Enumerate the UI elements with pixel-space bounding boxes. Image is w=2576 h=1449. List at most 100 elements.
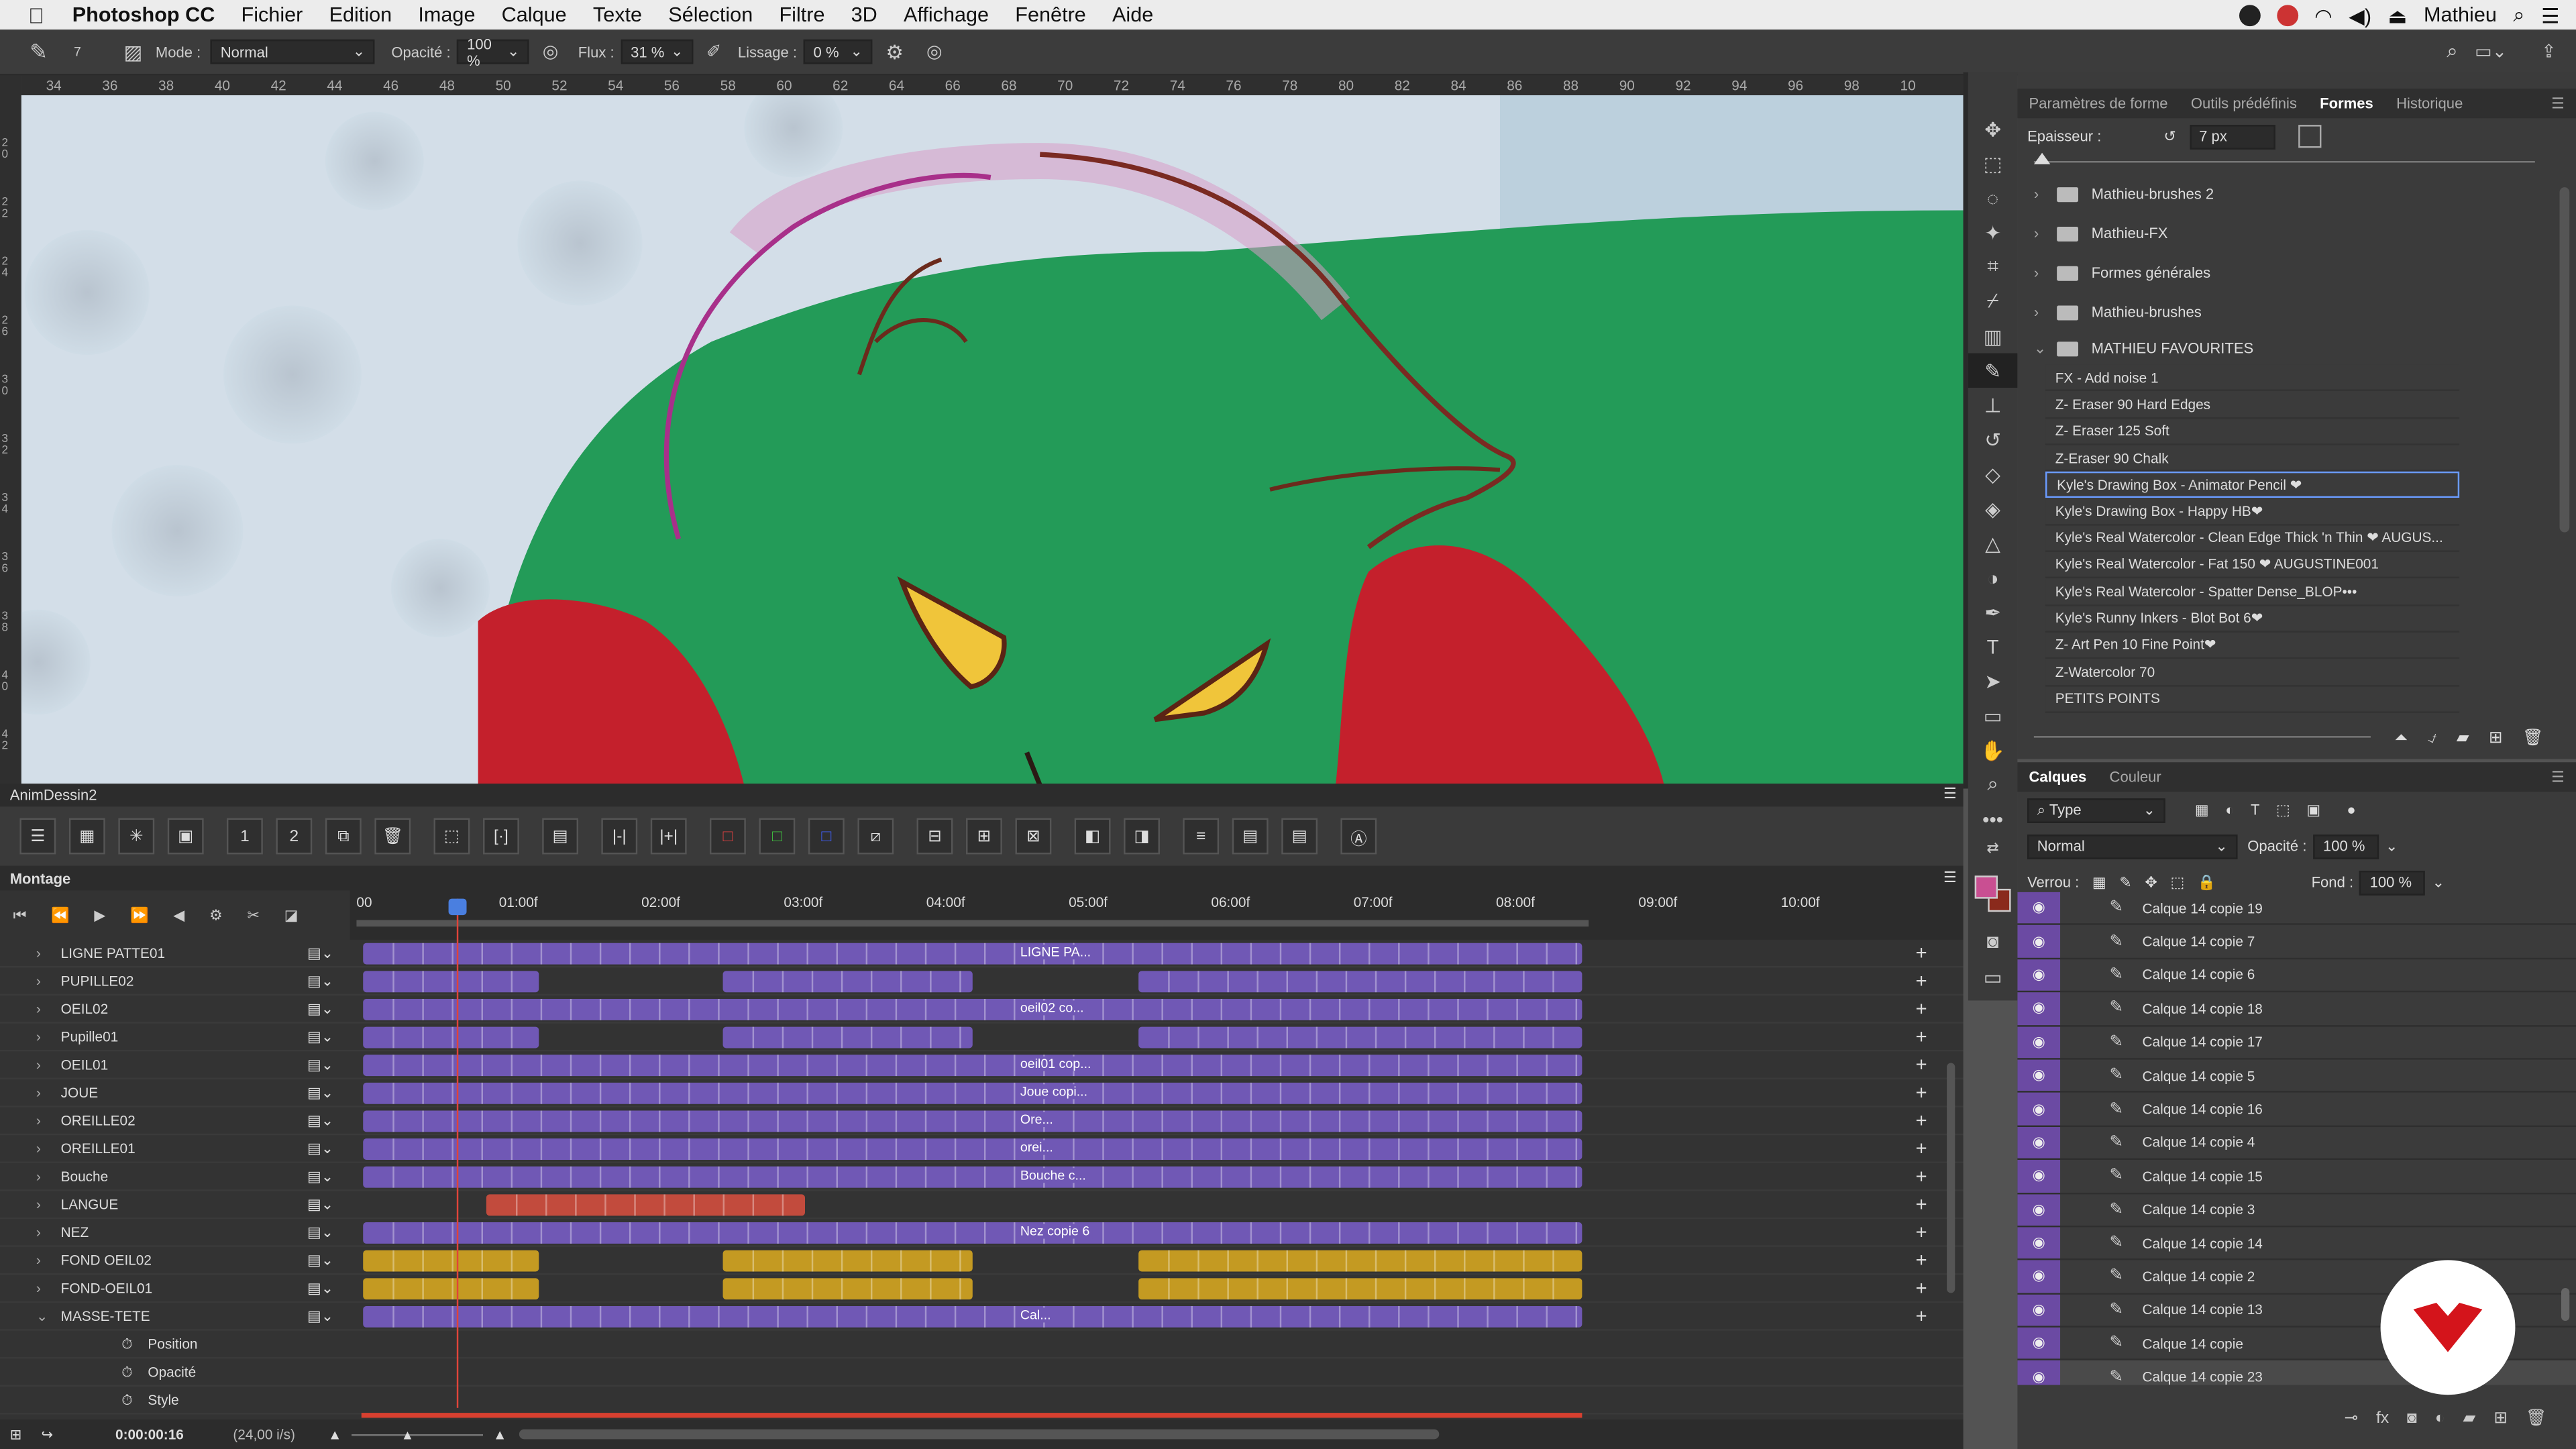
timeline-hscrollbar[interactable]: [520, 1429, 1440, 1440]
filter-pixel-icon[interactable]: ▦: [2195, 801, 2209, 819]
layer-opacity-field[interactable]: 100 %: [2313, 833, 2379, 859]
eraser-tool-icon[interactable]: ◇: [1968, 457, 2017, 491]
filter-shape-icon[interactable]: ⬚: [2276, 801, 2290, 819]
add-to-track-icon[interactable]: +: [1916, 1305, 1927, 1328]
lock-pixels-icon[interactable]: ▦: [2092, 873, 2106, 892]
opacity-field[interactable]: 100 % ⌄: [457, 36, 530, 68]
html-export-icon[interactable]: ▤: [1232, 818, 1269, 855]
new-layer-icon[interactable]: ⊞: [2493, 1409, 2508, 1428]
track-film-icon[interactable]: ▤⌄: [307, 1112, 333, 1130]
add-to-track-icon[interactable]: +: [1916, 1109, 1927, 1132]
layer-row[interactable]: ◉ ✎ Calque 14 copie 15: [2017, 1160, 2576, 1194]
apple-menu-icon[interactable]: : [0, 3, 72, 28]
chevron-right-icon[interactable]: ›: [36, 1252, 59, 1268]
status-icon[interactable]: [2276, 4, 2298, 25]
track-clip[interactable]: [363, 998, 1582, 1020]
no-color-icon[interactable]: ⧄: [857, 818, 894, 855]
red-channel-icon[interactable]: □: [709, 818, 746, 855]
thickness-slider[interactable]: [2033, 152, 2535, 168]
bracket-icon[interactable]: [·]: [483, 818, 519, 855]
healing-tool-icon[interactable]: ▥: [1968, 319, 2017, 353]
brush-item[interactable]: Kyle's Drawing Box - Happy HB❤: [2045, 498, 2460, 526]
chevron-right-icon[interactable]: ›: [36, 1057, 59, 1073]
shape-tool-icon[interactable]: ▭: [1968, 698, 2017, 733]
layer-row[interactable]: ◉ ✎ Calque 14 copie 4: [2017, 1126, 2576, 1161]
layer-visibility-eye-icon[interactable]: ◉: [2017, 1360, 2061, 1385]
delete-preset-icon[interactable]: 🗑: [2522, 729, 2543, 747]
layer-visibility-eye-icon[interactable]: ◉: [2017, 1327, 2061, 1360]
track-clip[interactable]: [363, 971, 539, 993]
brush-item[interactable]: Kyle's Runny Inkers - Blot Bot 6❤: [2045, 605, 2460, 633]
more-tools-icon[interactable]: •••: [1968, 802, 2017, 836]
add-to-track-icon[interactable]: +: [1916, 1248, 1927, 1271]
magic-wand-tool-icon[interactable]: ✦: [1968, 215, 2017, 250]
green-channel-icon[interactable]: □: [759, 818, 796, 855]
stopwatch-icon[interactable]: ⏱: [121, 1362, 148, 1381]
smoothing-settings-icon[interactable]: ⚙: [885, 40, 903, 63]
layer-row[interactable]: ◉ ✎ Calque 14 copie 19: [2017, 892, 2576, 926]
stamp-tool-icon[interactable]: ⊥: [1968, 388, 2017, 422]
next-key-icon[interactable]: ◨: [1124, 818, 1160, 855]
opacity-pressure-icon[interactable]: ◎: [543, 41, 559, 62]
layer-row[interactable]: ◉ ✎ Calque 14 copie 17: [2017, 1026, 2576, 1060]
hand-tool-icon[interactable]: ✋: [1968, 733, 2017, 767]
track-clip[interactable]: [1138, 971, 1582, 993]
timeline-track[interactable]: ⌄ MASSE-TETE ▤⌄ Cal... +: [0, 1303, 1964, 1331]
tab-parametres-forme[interactable]: Paramètres de forme: [2017, 95, 2179, 111]
track-clip[interactable]: [722, 1278, 973, 1300]
layer-row[interactable]: ◉ ✎ Calque 14 copie 18: [2017, 992, 2576, 1026]
layer-visibility-eye-icon[interactable]: ◉: [2017, 1193, 2061, 1226]
layer-row[interactable]: ◉ ✎ Calque 14 copie 6: [2017, 959, 2576, 993]
playhead[interactable]: [448, 898, 467, 1408]
share-icon[interactable]: ⇪: [2541, 41, 2557, 62]
time-ruler[interactable]: 00 01:00f 02:00f 03:00f 04:00f 05:00f 06:00f 07…: [350, 890, 1964, 940]
select-frame-icon[interactable]: ⬚: [433, 818, 470, 855]
layer-row[interactable]: ◉ ✎ Calque 14 copie 5: [2017, 1059, 2576, 1093]
chevron-right-icon[interactable]: ›: [36, 1280, 59, 1296]
tab-couleur[interactable]: Couleur: [2098, 769, 2173, 785]
track-clip[interactable]: [486, 1194, 806, 1216]
menu-filtre[interactable]: Filtre: [779, 3, 824, 26]
reset-thickness-icon[interactable]: ↺: [2163, 127, 2176, 146]
render-video-icon[interactable]: ⊞: [10, 1426, 21, 1444]
tab-historique[interactable]: Historique: [2385, 95, 2475, 111]
type-tool-icon[interactable]: T: [1968, 629, 2017, 663]
layer-filter-select[interactable]: ⌕ Type ⌄: [2027, 797, 2165, 822]
track-clip[interactable]: [1138, 1026, 1582, 1049]
chevron-right-icon[interactable]: ›: [36, 945, 59, 961]
menu-edition[interactable]: Edition: [329, 3, 392, 26]
layer-visibility-eye-icon[interactable]: ◉: [2017, 892, 2061, 924]
menu-image[interactable]: Image: [418, 3, 475, 26]
timeline-track[interactable]: › LANGUE ▤⌄ +: [0, 1191, 1964, 1220]
track-clip[interactable]: [722, 1250, 973, 1272]
zoom-out-icon[interactable]: ▲: [328, 1426, 342, 1442]
track-clip[interactable]: [363, 1082, 1582, 1104]
brush-item[interactable]: FX - Add noise 1: [2045, 364, 2460, 392]
track-film-icon[interactable]: ▤⌄: [307, 944, 333, 962]
timeline-settings-icon[interactable]: ⚙: [209, 906, 223, 924]
tab-calques[interactable]: Calques: [2017, 769, 2098, 785]
timeline-track[interactable]: › JOUE ▤⌄ Joue copi... +: [0, 1079, 1964, 1108]
new-brush-icon[interactable]: [2298, 125, 2321, 148]
zoom-tool-icon[interactable]: ⌕: [1968, 767, 2017, 802]
add-to-track-icon[interactable]: +: [1916, 1277, 1927, 1299]
brush-size-preview-slider[interactable]: [2033, 736, 2371, 738]
track-film-icon[interactable]: ▤⌄: [307, 1167, 333, 1185]
stopwatch-icon[interactable]: ⏱: [121, 1335, 148, 1353]
layer-visibility-eye-icon[interactable]: ◉: [2017, 1160, 2061, 1192]
track-film-icon[interactable]: ▤⌄: [307, 1083, 333, 1102]
add-to-track-icon[interactable]: +: [1916, 1053, 1927, 1076]
lock-position-icon[interactable]: ✥: [2145, 873, 2157, 892]
chevron-down-icon[interactable]: ⌄: [2034, 339, 2057, 358]
dodge-tool-icon[interactable]: ◑: [1968, 560, 2017, 594]
brush-item[interactable]: Z-Eraser 90 Chalk: [2045, 445, 2460, 472]
menu-affichage[interactable]: Affichage: [904, 3, 989, 26]
align-left-icon[interactable]: ⊟: [916, 818, 953, 855]
notifications-icon[interactable]: ☰: [2541, 3, 2559, 28]
prev-frame-icon[interactable]: ⏪: [51, 906, 69, 924]
brush-panel-icon[interactable]: ▨: [124, 40, 143, 63]
chevron-right-icon[interactable]: ›: [36, 1168, 59, 1184]
menu-selection[interactable]: Sélection: [668, 3, 753, 26]
menu-aide[interactable]: Aide: [1112, 3, 1153, 26]
brush-item[interactable]: Kyle's Drawing Box - Animator Pencil ❤: [2045, 472, 2460, 499]
